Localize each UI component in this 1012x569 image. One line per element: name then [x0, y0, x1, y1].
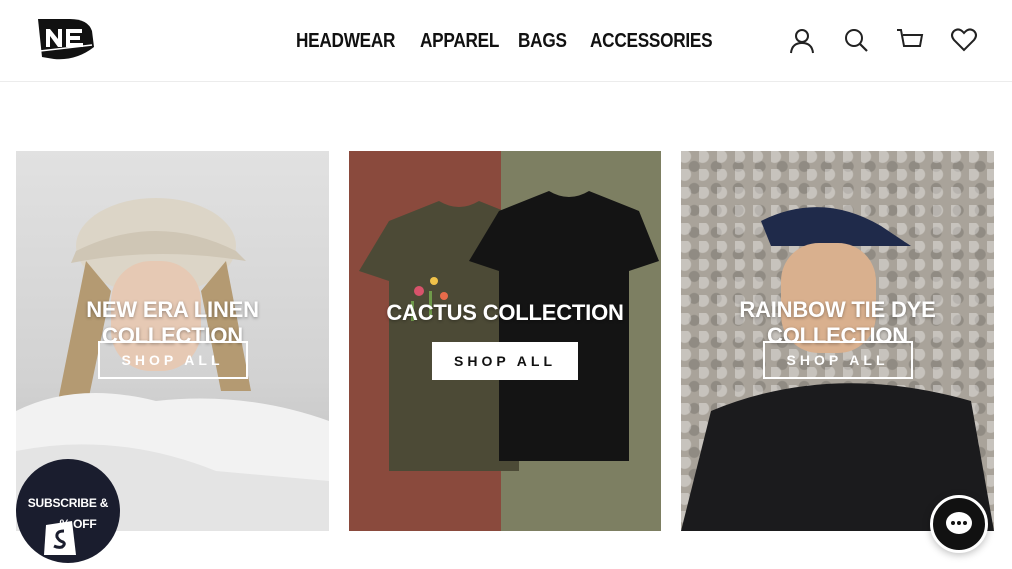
main-nav: HEADWEAR APPAREL BAGS ACCESSORIES — [296, 0, 713, 82]
chat-bubble-icon — [946, 512, 972, 534]
nav-headwear[interactable]: HEADWEAR — [296, 30, 395, 53]
collection-card-tie-dye[interactable]: RAINBOW TIE DYE COLLECTION SHOP ALL — [681, 151, 994, 531]
collection-title: CACTUS COLLECTION — [386, 300, 624, 325]
search-icon[interactable] — [842, 24, 870, 56]
subscribe-line-1: SUBSCRIBE & — [27, 496, 109, 510]
subscribe-discount-bubble[interactable]: SUBSCRIBE & % OFF — [16, 459, 120, 563]
shop-all-button[interactable]: SHOP ALL — [762, 341, 913, 379]
shopify-bag-icon — [42, 515, 80, 557]
account-icon[interactable] — [788, 24, 816, 56]
shop-all-button[interactable]: SHOP ALL — [97, 341, 248, 379]
nav-bags[interactable]: BAGS — [518, 30, 567, 53]
nav-apparel[interactable]: APPAREL — [420, 30, 499, 53]
new-era-logo[interactable] — [36, 17, 96, 62]
site-header: HEADWEAR APPAREL BAGS ACCESSORIES — [0, 0, 1012, 82]
shop-all-button[interactable]: SHOP ALL — [431, 342, 579, 380]
collection-card-cactus[interactable]: CACTUS COLLECTION SHOP ALL — [349, 151, 661, 531]
cactus-tshirts-image — [359, 191, 659, 471]
wishlist-heart-icon[interactable] — [950, 24, 978, 56]
cart-icon[interactable] — [896, 24, 924, 56]
header-icons — [788, 24, 978, 56]
chat-button[interactable] — [930, 495, 988, 553]
nav-accessories[interactable]: ACCESSORIES — [590, 30, 713, 53]
